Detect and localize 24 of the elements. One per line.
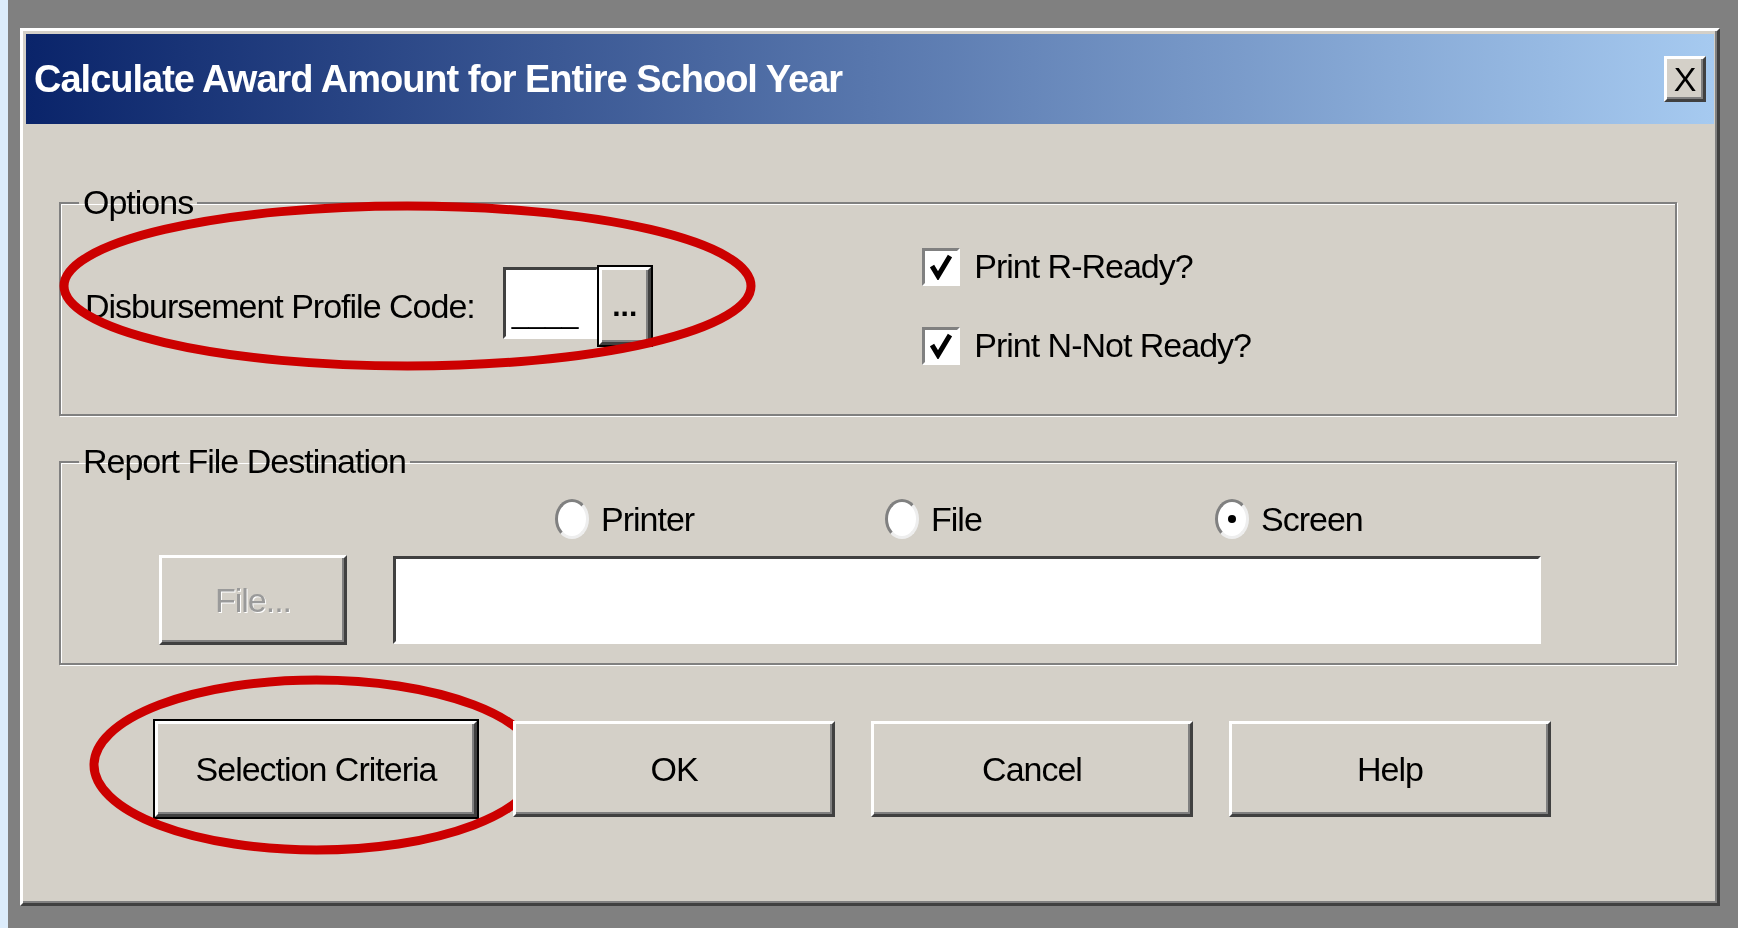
radio-button[interactable]: [555, 499, 589, 539]
browse-button[interactable]: ...: [598, 267, 651, 345]
group-label: Options: [82, 183, 195, 222]
dialog-button[interactable]: OK: [513, 721, 835, 817]
checkbox-label: Print R-Ready?: [974, 247, 1193, 286]
radio-button[interactable]: [885, 499, 919, 539]
input-field[interactable]: ____: [502, 267, 599, 339]
group-label: Report File Destination: [82, 442, 407, 481]
check-icon: [930, 332, 953, 359]
dialog-button[interactable]: Cancel: [871, 721, 1193, 817]
dialog-button[interactable]: Selection Criteria: [155, 721, 477, 817]
radio-label: Screen: [1261, 499, 1363, 539]
check-icon: [930, 253, 953, 280]
window-title: Calculate Award Amount for Entire School Year: [34, 57, 843, 101]
radio-label: Printer: [601, 499, 695, 539]
dialog-button[interactable]: Help: [1229, 721, 1551, 817]
close-button[interactable]: X: [1664, 56, 1706, 102]
radio-button[interactable]: [1215, 499, 1249, 539]
radio-label: File: [931, 499, 982, 539]
checkbox-label: Print N-Not Ready?: [974, 326, 1251, 365]
checkbox[interactable]: [922, 247, 961, 286]
field-label: Disbursement Profile Code:: [85, 286, 475, 326]
checkbox[interactable]: [922, 326, 961, 365]
input-field[interactable]: [393, 556, 1541, 644]
